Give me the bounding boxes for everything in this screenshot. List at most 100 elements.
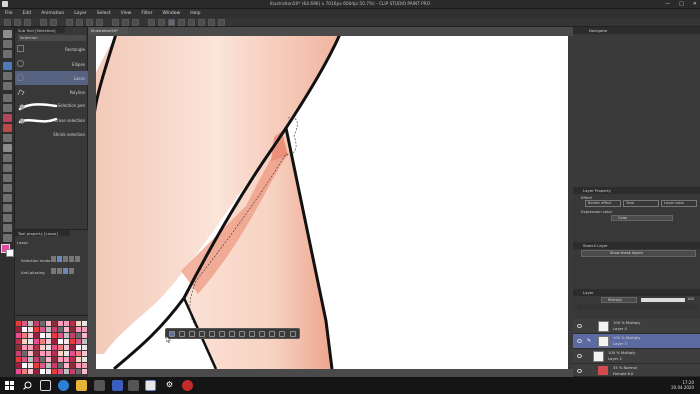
- system-clock[interactable]: 17:20 20.04.2020: [671, 380, 694, 390]
- menu-edit[interactable]: Edit: [18, 11, 37, 16]
- selection-mode-add-button[interactable]: [57, 256, 62, 262]
- deselect-icon[interactable]: [112, 19, 119, 26]
- frame-tool-icon[interactable]: [3, 194, 12, 202]
- app-icon[interactable]: [128, 380, 139, 391]
- clear-outside-icon[interactable]: [76, 19, 83, 26]
- menu-file[interactable]: File: [0, 11, 18, 16]
- launcher-settings-icon[interactable]: [290, 331, 296, 337]
- launcher-fill-icon[interactable]: [269, 331, 275, 337]
- layer-row[interactable]: 100 % Multiply Layer 2: [573, 349, 700, 364]
- launcher-new-layer-icon[interactable]: [279, 331, 285, 337]
- snap-grid-icon[interactable]: [158, 19, 165, 26]
- snap-special-ruler-icon[interactable]: [168, 19, 175, 26]
- sub-color-swatch[interactable]: [6, 249, 14, 257]
- menu-window[interactable]: Window: [157, 11, 185, 16]
- ruler-tool-icon[interactable]: [3, 204, 12, 212]
- pencil-tool-icon[interactable]: [3, 104, 12, 112]
- save-icon[interactable]: [24, 19, 31, 26]
- layer-row[interactable]: 100 % Multiply Layer 4: [573, 319, 700, 334]
- snap-ruler-icon[interactable]: [148, 19, 155, 26]
- clip-studio-taskbar-icon[interactable]: [145, 380, 156, 391]
- redo-icon[interactable]: [50, 19, 57, 26]
- invert-selection-icon[interactable]: [122, 19, 129, 26]
- sub-tool-rectangle[interactable]: Rectangle: [15, 42, 88, 56]
- sub-tool-shrink-selection[interactable]: Shrink selection: [15, 127, 88, 141]
- brush-tool-icon[interactable]: [3, 114, 12, 122]
- new-file-icon[interactable]: [4, 19, 11, 26]
- document-tab[interactable]: Illustration50*: [88, 27, 128, 34]
- tool-property-tab[interactable]: Tool property [Lasso]: [15, 230, 70, 236]
- launcher-shrink-icon[interactable]: [199, 331, 205, 337]
- layer-color-button[interactable]: Layer color: [661, 200, 697, 207]
- eyedropper-tool-icon[interactable]: [3, 82, 12, 90]
- drawing-canvas[interactable]: [96, 36, 568, 369]
- figure-tool-icon[interactable]: [3, 184, 12, 192]
- navigator-tab[interactable]: Navigator: [589, 28, 608, 33]
- rulers-icon[interactable]: [188, 19, 195, 26]
- eye-icon[interactable]: [577, 339, 582, 343]
- launcher-clear-icon[interactable]: [209, 331, 215, 337]
- anti-alias-none-button[interactable]: [51, 268, 56, 274]
- sub-tool-polyline[interactable]: Polyline: [15, 85, 88, 99]
- search-icon[interactable]: [22, 380, 33, 391]
- mail-icon[interactable]: [112, 380, 123, 391]
- color-icon[interactable]: [198, 19, 205, 26]
- close-button[interactable]: ✕: [693, 1, 697, 7]
- undo-icon[interactable]: [40, 19, 47, 26]
- balloon-tool-icon[interactable]: [3, 224, 12, 232]
- layer-tab[interactable]: Layer: [583, 290, 594, 295]
- selection-mode-intersect-button[interactable]: [69, 256, 74, 262]
- search-layer-tab[interactable]: Search Layer: [583, 243, 608, 248]
- clear-icon[interactable]: [66, 19, 73, 26]
- menu-animation[interactable]: Animation: [36, 11, 69, 16]
- launcher-paste-icon[interactable]: [259, 331, 265, 337]
- color-swatch-grid[interactable]: [16, 321, 87, 375]
- text-tool-icon[interactable]: [3, 214, 12, 222]
- anti-alias-medium-button[interactable]: [63, 268, 68, 274]
- layer-row[interactable]: 35 % Normal Female 6.0: [573, 364, 700, 377]
- launcher-crop-icon[interactable]: [229, 331, 235, 337]
- store-icon[interactable]: [94, 380, 105, 391]
- launcher-copy-icon[interactable]: [249, 331, 255, 337]
- anti-alias-strong-button[interactable]: [69, 268, 74, 274]
- fill-icon[interactable]: [86, 19, 93, 26]
- eye-icon[interactable]: [577, 354, 582, 358]
- menu-help[interactable]: Help: [185, 11, 205, 16]
- decoration-tool-icon[interactable]: [3, 134, 12, 142]
- layer-row-selected[interactable]: ✎ 100 % Multiply Layer 3: [573, 334, 700, 349]
- selection-mode-new-button[interactable]: [51, 256, 56, 262]
- gradient-tool-icon[interactable]: [3, 174, 12, 182]
- task-view-icon[interactable]: [40, 380, 51, 391]
- minimize-button[interactable]: —: [665, 1, 670, 7]
- menu-select[interactable]: Select: [92, 11, 116, 16]
- move-tool-icon[interactable]: [3, 50, 12, 58]
- grid-icon[interactable]: [178, 19, 185, 26]
- sub-tool-tab[interactable]: Sub Tool [Selection]: [15, 27, 65, 33]
- search-layer-dropdown[interactable]: Show these layers: [581, 250, 696, 257]
- settings-icon[interactable]: ⚙: [164, 380, 175, 391]
- hand-tool-icon[interactable]: [3, 40, 12, 48]
- preview-icon[interactable]: [218, 19, 225, 26]
- open-file-icon[interactable]: [14, 19, 21, 26]
- show-selection-icon[interactable]: [132, 19, 139, 26]
- blend-mode-dropdown[interactable]: Multiply: [601, 297, 637, 303]
- menu-view[interactable]: View: [116, 11, 137, 16]
- windows-start-icon[interactable]: [4, 380, 15, 391]
- launcher-invert-icon[interactable]: [179, 331, 185, 337]
- zoom-tool-icon[interactable]: [3, 30, 12, 38]
- menu-layer[interactable]: Layer: [69, 11, 92, 16]
- edge-browser-icon[interactable]: [58, 380, 69, 391]
- selection-mode-select-button[interactable]: [75, 256, 80, 262]
- border-effect-button[interactable]: Border effect: [585, 200, 621, 207]
- pen-tool-icon[interactable]: [3, 94, 12, 102]
- recorder-icon[interactable]: [182, 380, 193, 391]
- correct-line-tool-icon[interactable]: [3, 234, 12, 242]
- tone-button[interactable]: Tone: [623, 200, 659, 207]
- eraser-tool-icon[interactable]: [3, 144, 12, 152]
- launcher-scale-icon[interactable]: [239, 331, 245, 337]
- sub-tool-lasso[interactable]: Lasso: [15, 71, 88, 85]
- selection-mode-subtract-button[interactable]: [63, 256, 68, 262]
- eye-icon[interactable]: [577, 324, 582, 328]
- expression-color-dropdown[interactable]: Color: [611, 215, 673, 221]
- launcher-expand-icon[interactable]: [189, 331, 195, 337]
